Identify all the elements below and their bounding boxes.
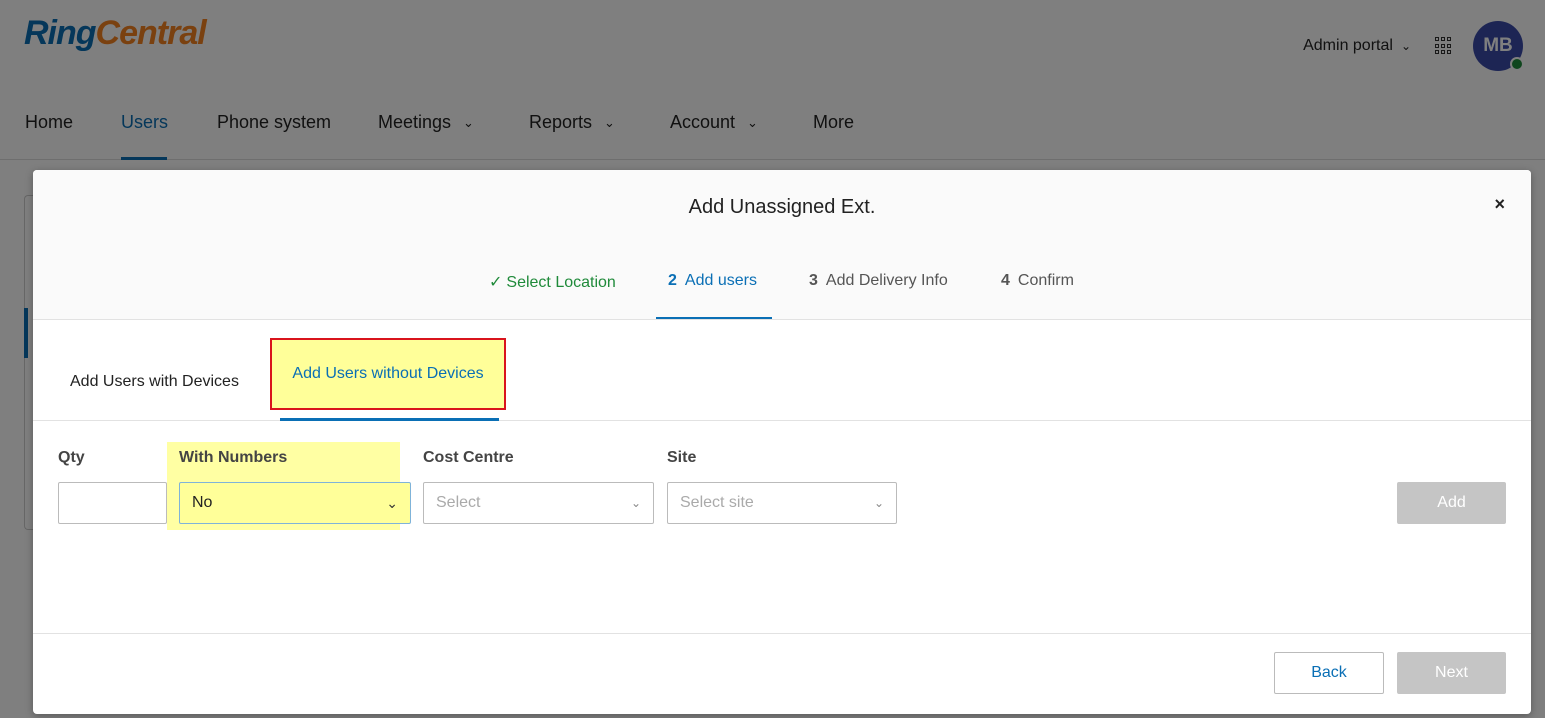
user-type-tabs: Add Users with Devices Add Users without… xyxy=(33,320,1531,421)
add-button[interactable]: Add xyxy=(1397,482,1506,524)
cost-centre-placeholder: Select xyxy=(436,494,481,511)
tab-active-underline xyxy=(280,418,499,421)
next-button[interactable]: Next xyxy=(1397,652,1506,694)
step-label: Add Delivery Info xyxy=(825,272,948,289)
modal-header: Add Unassigned Ext. × ✓ Select Location 2… xyxy=(33,170,1531,320)
modal-footer-divider xyxy=(33,633,1531,634)
tab-label: Add Users without Devices xyxy=(292,365,484,382)
check-icon: ✓ xyxy=(489,274,503,291)
step-number: 4 xyxy=(1001,272,1010,289)
step-number: 2 xyxy=(668,272,677,289)
with-numbers-select[interactable]: No ⌄ xyxy=(179,482,411,524)
site-select[interactable]: Select site ⌄ xyxy=(667,482,897,524)
step-label: Add users xyxy=(684,272,757,289)
qty-label: Qty xyxy=(58,449,85,466)
close-icon[interactable]: × xyxy=(1494,194,1505,215)
step-number: 3 xyxy=(809,272,818,289)
step-select-location[interactable]: ✓ Select Location xyxy=(489,272,616,292)
cost-centre-select[interactable]: Select ⌄ xyxy=(423,482,654,524)
step-label: Confirm xyxy=(1017,272,1074,289)
back-button[interactable]: Back xyxy=(1274,652,1384,694)
chevron-down-icon: ⌄ xyxy=(386,494,398,511)
add-unassigned-ext-modal: Add Unassigned Ext. × ✓ Select Location 2… xyxy=(33,170,1531,714)
chevron-down-icon: ⌄ xyxy=(630,496,641,510)
step-label: Select Location xyxy=(506,274,616,291)
step-active-underline xyxy=(656,317,772,319)
cost-centre-label: Cost Centre xyxy=(423,449,514,466)
site-label: Site xyxy=(667,449,697,466)
tab-add-users-without-devices[interactable]: Add Users without Devices xyxy=(270,338,506,410)
qty-input[interactable] xyxy=(58,482,167,524)
tab-add-users-with-devices[interactable]: Add Users with Devices xyxy=(70,373,239,391)
site-placeholder: Select site xyxy=(680,494,754,511)
modal-title: Add Unassigned Ext. xyxy=(688,196,876,218)
step-add-users[interactable]: 2 Add users xyxy=(668,272,757,290)
with-numbers-value: No xyxy=(192,494,213,511)
step-confirm[interactable]: 4 Confirm xyxy=(1001,272,1074,290)
with-numbers-label: With Numbers xyxy=(179,449,288,466)
step-add-delivery-info[interactable]: 3 Add Delivery Info xyxy=(809,272,948,290)
chevron-down-icon: ⌄ xyxy=(873,496,884,510)
